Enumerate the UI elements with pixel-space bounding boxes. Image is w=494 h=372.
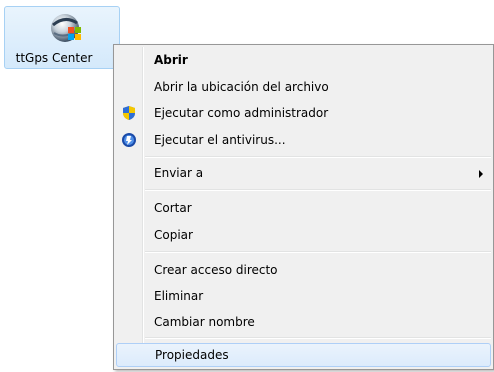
menu-separator <box>145 337 491 339</box>
antivirus-icon <box>122 133 136 147</box>
desktop-icon-ttgps-center[interactable]: ttGps Center <box>4 6 120 69</box>
menu-item-abrir[interactable]: Abrir <box>116 49 491 71</box>
ttgps-center-app-icon <box>51 14 81 42</box>
menu-item-label: Abrir la ubicación del archivo <box>154 80 329 94</box>
menu-item-label: Copiar <box>154 228 193 242</box>
menu-item-label: Cambiar nombre <box>154 315 255 329</box>
menu-item-eliminar[interactable]: Eliminar <box>116 285 491 307</box>
menu-separator <box>145 156 491 158</box>
menu-item-abrir-ubicacion[interactable]: Abrir la ubicación del archivo <box>116 76 491 98</box>
menu-item-label: Abrir <box>154 53 188 67</box>
menu-item-label: Ejecutar como administrador <box>154 106 329 120</box>
menu-item-label: Cortar <box>154 201 192 215</box>
uac-shield-icon <box>123 106 135 120</box>
menu-separator <box>145 189 491 191</box>
menu-item-label: Eliminar <box>154 289 204 303</box>
menu-item-cambiar-nombre[interactable]: Cambiar nombre <box>116 311 491 333</box>
menu-item-ejecutar-antivirus[interactable]: Ejecutar el antivirus... <box>116 129 491 151</box>
menu-item-label: Enviar a <box>154 166 204 180</box>
menu-item-copiar[interactable]: Copiar <box>116 224 491 246</box>
submenu-arrow-icon <box>479 170 483 178</box>
menu-item-crear-acceso-directo[interactable]: Crear acceso directo <box>116 259 491 281</box>
desktop-icon-label: ttGps Center <box>15 51 93 65</box>
menu-item-enviar-a[interactable]: Enviar a <box>116 162 491 184</box>
menu-item-label: Propiedades <box>155 348 229 362</box>
menu-item-ejecutar-como-administrador[interactable]: Ejecutar como administrador <box>116 102 491 124</box>
context-menu: Abrir Abrir la ubicación del archivo Eje… <box>113 44 494 370</box>
menu-separator <box>145 251 491 253</box>
menu-item-label: Ejecutar el antivirus... <box>154 133 286 147</box>
menu-item-label: Crear acceso directo <box>154 263 278 277</box>
menu-item-cortar[interactable]: Cortar <box>116 197 491 219</box>
menu-item-propiedades[interactable]: Propiedades <box>116 343 491 367</box>
